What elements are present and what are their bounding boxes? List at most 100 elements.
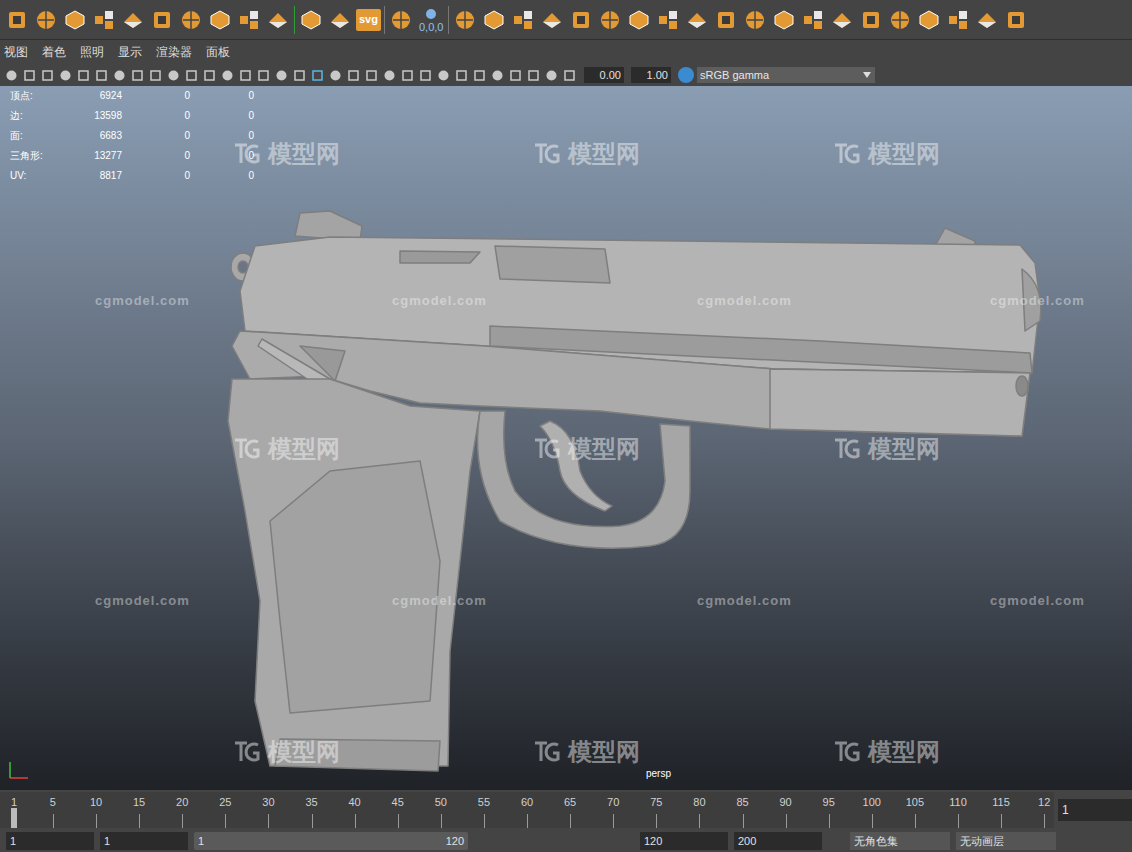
tick-mark — [958, 814, 959, 828]
toolbar-icon — [203, 69, 216, 82]
menu-item[interactable]: 面板 — [206, 43, 230, 61]
shelf-tool[interactable] — [327, 5, 353, 35]
value-field[interactable]: 1.00 — [631, 67, 671, 83]
toolbar-icon — [95, 69, 108, 82]
toolbar-button[interactable] — [184, 68, 199, 83]
toolbar-button[interactable] — [112, 68, 127, 83]
shelf-tool[interactable] — [945, 5, 971, 35]
toolbar-button[interactable] — [202, 68, 217, 83]
toolbar-button[interactable] — [94, 68, 109, 83]
shelf-tool[interactable] — [33, 5, 59, 35]
shelf-tool[interactable] — [539, 5, 565, 35]
shelf-tool[interactable] — [1003, 5, 1029, 35]
shelf-tool[interactable] — [4, 5, 30, 35]
toolbar-button[interactable] — [454, 68, 469, 83]
toolbar-button[interactable] — [526, 68, 541, 83]
toolbar-button[interactable] — [544, 68, 559, 83]
shelf-tool[interactable] — [655, 5, 681, 35]
shelf-tool[interactable] — [149, 5, 175, 35]
shelf-tool[interactable] — [120, 5, 146, 35]
toolbar-button[interactable] — [310, 68, 325, 83]
shelf-tool[interactable] — [597, 5, 623, 35]
range-slider[interactable]: 1120 — [194, 832, 468, 850]
toolbar-button[interactable] — [220, 68, 235, 83]
toolbar-button[interactable] — [472, 68, 487, 83]
shelf-tool[interactable] — [887, 5, 913, 35]
tick-label: 45 — [392, 794, 404, 811]
toolbar-button[interactable] — [166, 68, 181, 83]
shelf-tool[interactable] — [800, 5, 826, 35]
shelf-tool-icon — [598, 8, 622, 32]
toolbar-icon — [41, 69, 54, 82]
range-field[interactable]: 1 — [100, 832, 188, 850]
value-field[interactable]: 0.00 — [584, 67, 624, 83]
tick-label: 90 — [779, 794, 791, 811]
toolbar-button[interactable] — [508, 68, 523, 83]
shelf-tool[interactable] — [626, 5, 652, 35]
tick-mark — [268, 814, 269, 828]
toolbar-button[interactable] — [400, 68, 415, 83]
shelf-tool[interactable] — [771, 5, 797, 35]
toolbar-button[interactable] — [562, 68, 577, 83]
current-frame-field[interactable]: 1 — [1058, 799, 1132, 821]
shelf-tool[interactable] — [742, 5, 768, 35]
viewport[interactable]: 顶点:692400边:1359800面:668300三角形:1327700UV:… — [0, 86, 1132, 790]
shelf-tool[interactable] — [91, 5, 117, 35]
toolbar-button[interactable] — [328, 68, 343, 83]
toolbar-button[interactable] — [76, 68, 91, 83]
color-space-dropdown[interactable]: sRGB gamma — [697, 67, 875, 83]
shelf-tool[interactable] — [713, 5, 739, 35]
toolbar-button[interactable] — [58, 68, 73, 83]
toolbar-button[interactable] — [292, 68, 307, 83]
shelf-tool[interactable] — [265, 5, 291, 35]
toolbar-button[interactable] — [4, 68, 19, 83]
shelf-tool-icon — [859, 8, 883, 32]
shelf-tool[interactable] — [568, 5, 594, 35]
toolbar-button[interactable] — [490, 68, 505, 83]
toolbar-button[interactable] — [436, 68, 451, 83]
tick-mark — [527, 814, 528, 828]
shelf-tool[interactable] — [236, 5, 262, 35]
toolbar-button[interactable] — [274, 68, 289, 83]
shelf-tool[interactable] — [481, 5, 507, 35]
toolbar-button[interactable] — [256, 68, 271, 83]
toolbar-button[interactable] — [238, 68, 253, 83]
toolbar-button[interactable] — [364, 68, 379, 83]
range-field[interactable]: 200 — [734, 832, 822, 850]
anim-layer-dropdown[interactable]: 无动画层 — [956, 832, 1056, 850]
shelf-tool[interactable] — [178, 5, 204, 35]
menu-item[interactable]: 照明 — [80, 43, 104, 61]
character-set-dropdown[interactable]: 无角色集 — [850, 832, 950, 850]
toolbar-button[interactable] — [22, 68, 37, 83]
range-field[interactable]: 1 — [6, 832, 94, 850]
shelf-tool[interactable] — [510, 5, 536, 35]
shelf-tool[interactable] — [298, 5, 324, 35]
snap-tool[interactable]: 0,0,0 — [417, 7, 445, 33]
toolbar-button[interactable] — [346, 68, 361, 83]
range-field[interactable]: 120 — [640, 832, 728, 850]
shelf-tool[interactable] — [974, 5, 1000, 35]
shelf-tool[interactable] — [916, 5, 942, 35]
shelf-tool[interactable] — [62, 5, 88, 35]
toolbar-button[interactable] — [148, 68, 163, 83]
shelf-tool[interactable] — [858, 5, 884, 35]
shelf-tool[interactable] — [207, 5, 233, 35]
menu-item[interactable]: 显示 — [118, 43, 142, 61]
current-frame-marker[interactable] — [11, 808, 17, 828]
watermark-url: cgmodel.com — [697, 591, 792, 611]
time-ruler[interactable]: 1510152025303540455055606570758085909510… — [0, 792, 1054, 828]
menu-item[interactable]: 视图 — [4, 43, 28, 61]
shelf-tool[interactable] — [452, 5, 478, 35]
tick-mark — [656, 814, 657, 828]
menu-item[interactable]: 渲染器 — [156, 43, 192, 61]
svg-tool[interactable]: svg — [356, 9, 381, 31]
color-management-icon[interactable] — [678, 67, 694, 83]
toolbar-button[interactable] — [40, 68, 55, 83]
shelf-tool[interactable] — [684, 5, 710, 35]
shelf-tool[interactable] — [388, 5, 414, 35]
toolbar-button[interactable] — [130, 68, 145, 83]
shelf-tool[interactable] — [829, 5, 855, 35]
menu-item[interactable]: 着色 — [42, 43, 66, 61]
toolbar-button[interactable] — [382, 68, 397, 83]
toolbar-button[interactable] — [418, 68, 433, 83]
